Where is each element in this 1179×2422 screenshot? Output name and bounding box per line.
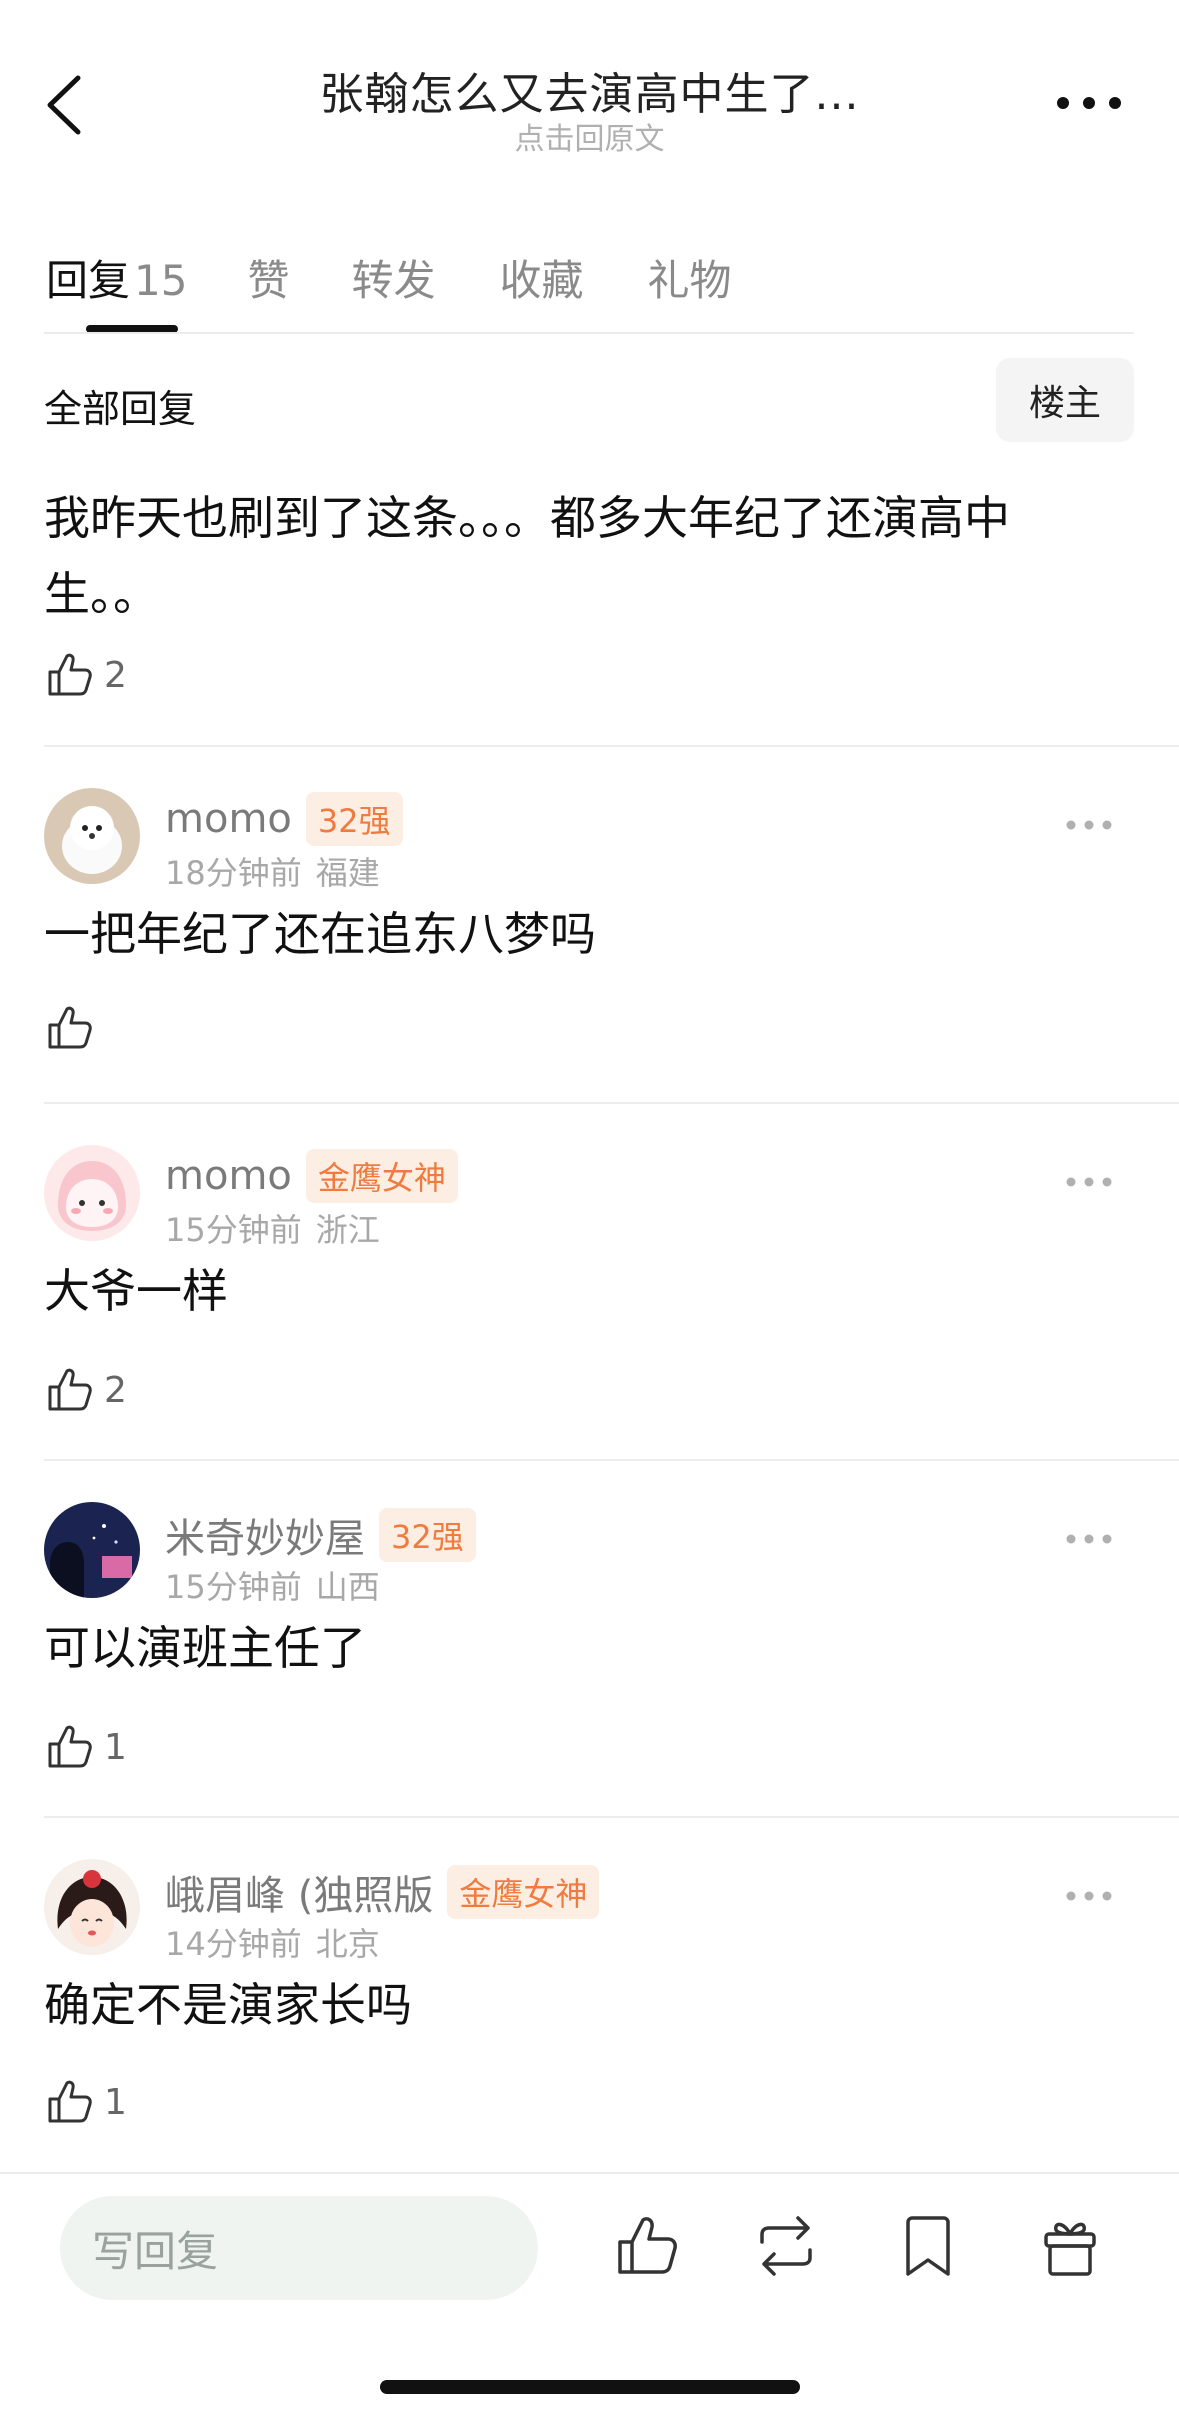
comment-text: 确定不是演家长吗 — [44, 1978, 412, 2032]
tab-replies-count: 15 — [134, 256, 188, 305]
comment-text: 大爷一样 — [44, 1264, 228, 1318]
comment-location: 山西 — [315, 1568, 380, 1606]
thumbs-up-icon — [48, 2080, 92, 2123]
repost-icon[interactable] — [752, 2212, 820, 2280]
username-text: 峨眉峰 (独照版 — [165, 1873, 434, 1919]
comment-time: 15分钟前 — [165, 1211, 302, 1249]
bottom-bar-divider — [0, 2172, 1179, 2174]
comment-item: 米奇妙妙屋 32强 15分钟前 山西 可以演班主任了 1 — [0, 1462, 1179, 1818]
comment-meta: 15分钟前 山西 — [165, 1562, 380, 1608]
comment-location: 福建 — [315, 854, 380, 892]
divider — [44, 1102, 1179, 1104]
username-text: 米奇妙妙屋 — [165, 1516, 365, 1562]
avatar[interactable] — [44, 1502, 140, 1598]
original-like-button[interactable]: 2 — [44, 650, 127, 700]
comment-like-button[interactable]: 1 — [44, 1722, 127, 1772]
comment-meta: 15分钟前 浙江 — [165, 1205, 380, 1251]
username-text: momo — [165, 796, 292, 842]
comment-time: 15分钟前 — [165, 1568, 302, 1606]
comment-like-button[interactable] — [44, 1003, 104, 1053]
tab-favorites[interactable]: 收藏 — [500, 247, 584, 308]
all-replies-heading: 全部回复 — [44, 387, 197, 431]
gift-icon[interactable] — [1036, 2212, 1104, 2280]
bookmark-icon[interactable] — [894, 2212, 962, 2280]
home-indicator — [380, 2380, 800, 2394]
comment-time: 18分钟前 — [165, 854, 302, 892]
more-options-icon[interactable] — [1054, 88, 1124, 118]
username[interactable]: momo 32强 — [165, 792, 403, 846]
divider — [44, 745, 1179, 747]
top-bar: 张翰怎么又去演高中生了... 点击回原文 — [0, 0, 1179, 180]
original-post-text: 我昨天也刷到了这条。。。都多大年纪了还演高中生。。 — [44, 491, 1010, 621]
comment-more-icon[interactable] — [1065, 818, 1113, 832]
back-to-original-link[interactable]: 点击回原文 — [0, 114, 1179, 158]
comment-location: 北京 — [315, 1925, 380, 1963]
divider — [44, 1816, 1179, 1818]
username[interactable]: 米奇妙妙屋 32强 — [165, 1506, 476, 1564]
like-count: 1 — [104, 1726, 127, 1768]
user-badge: 32强 — [379, 1508, 476, 1562]
thumbs-up-icon — [48, 1725, 92, 1768]
tab-reposts[interactable]: 转发 — [351, 247, 435, 308]
tabs-divider — [44, 332, 1134, 334]
user-badge: 32强 — [305, 792, 403, 846]
reply-input[interactable]: 写回复 — [60, 2196, 538, 2300]
comment-more-icon[interactable] — [1065, 1889, 1113, 1903]
comment-like-button[interactable]: 2 — [44, 1365, 127, 1415]
owner-only-button[interactable]: 楼主 — [996, 358, 1134, 442]
comment-location: 浙江 — [315, 1211, 380, 1249]
comment-meta: 14分钟前 北京 — [165, 1919, 380, 1965]
like-count: 2 — [104, 654, 127, 696]
comment-more-icon[interactable] — [1065, 1175, 1113, 1189]
like-count: 1 — [104, 2081, 127, 2123]
thumbs-up-icon — [48, 1006, 92, 1049]
comment-text: 一把年纪了还在追东八梦吗 — [44, 907, 596, 961]
comment-like-button[interactable]: 1 — [44, 2077, 127, 2127]
comment-item: momo 金鹰女神 15分钟前 浙江 大爷一样 2 — [0, 1105, 1179, 1461]
page-title[interactable]: 张翰怎么又去演高中生了... — [0, 58, 1179, 122]
avatar[interactable] — [44, 1859, 140, 1955]
user-badge: 金鹰女神 — [305, 1149, 458, 1203]
like-count: 2 — [104, 1369, 127, 1411]
username[interactable]: momo 金鹰女神 — [165, 1149, 458, 1203]
tab-gifts[interactable]: 礼物 — [648, 247, 732, 308]
comment-item: 峨眉峰 (独照版 金鹰女神 14分钟前 北京 确定不是演家长吗 1 — [0, 1819, 1179, 2175]
divider — [44, 1459, 1179, 1461]
tab-bar: 回复15 赞 转发 收藏 礼物 — [46, 228, 806, 308]
comment-text: 可以演班主任了 — [44, 1621, 366, 1675]
thumbs-up-icon — [48, 653, 92, 696]
user-badge: 金鹰女神 — [447, 1865, 600, 1919]
tab-likes[interactable]: 赞 — [247, 247, 289, 308]
avatar[interactable] — [44, 788, 140, 884]
like-icon[interactable] — [612, 2212, 680, 2280]
username[interactable]: 峨眉峰 (独照版 金鹰女神 — [165, 1863, 600, 1921]
thumbs-up-icon — [48, 1368, 92, 1411]
username-text: momo — [165, 1153, 292, 1199]
tab-replies[interactable]: 回复15 — [46, 247, 187, 308]
avatar[interactable] — [44, 1145, 140, 1241]
comment-meta: 18分钟前 福建 — [165, 848, 380, 894]
comment-more-icon[interactable] — [1065, 1532, 1113, 1546]
comment-time: 14分钟前 — [165, 1925, 302, 1963]
comment-item: momo 32强 18分钟前 福建 一把年纪了还在追东八梦吗 — [0, 748, 1179, 1104]
tab-replies-label: 回复 — [46, 256, 131, 305]
